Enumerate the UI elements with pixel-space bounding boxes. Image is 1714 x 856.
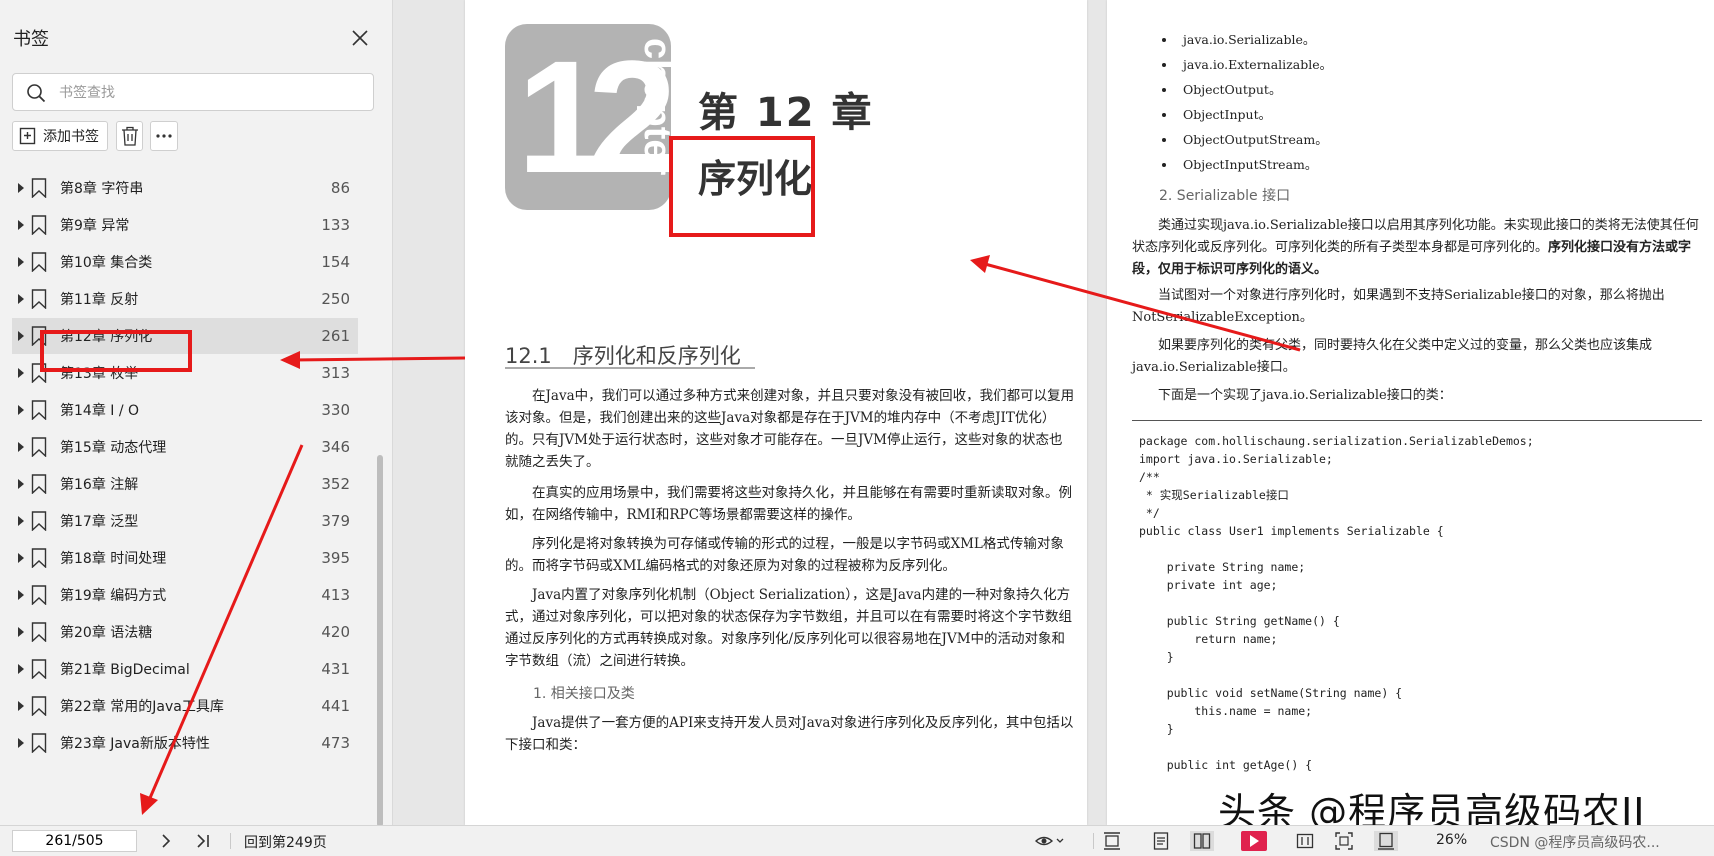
separator	[1093, 833, 1094, 849]
annotation-arrows	[140, 255, 1301, 815]
arrow-line	[984, 262, 1301, 352]
separator	[230, 833, 231, 849]
play-button[interactable]	[1241, 831, 1267, 851]
view-mode-button[interactable]	[1035, 831, 1065, 851]
chevron-right-icon	[162, 834, 171, 848]
fit-width-icon	[1296, 833, 1314, 849]
last-page-icon	[197, 834, 209, 848]
two-page-icon	[1193, 833, 1211, 849]
status-bar: 回到第249页 26% CSDN @程序员高级码农...	[0, 825, 1714, 856]
fit-page-icon	[1335, 832, 1353, 850]
actual-size-button[interactable]	[1374, 831, 1398, 851]
fit-page-button[interactable]	[1333, 831, 1355, 851]
continuous-view-button[interactable]	[1150, 831, 1172, 851]
actual-size-icon	[1378, 832, 1394, 850]
zoom-level[interactable]: 26%	[1436, 832, 1467, 848]
fit-width-button[interactable]	[1294, 831, 1316, 851]
next-page-button[interactable]	[158, 831, 174, 851]
page-number-input[interactable]	[12, 830, 137, 852]
last-page-button[interactable]	[194, 831, 212, 851]
two-page-view-button[interactable]	[1190, 831, 1214, 851]
single-page-view-button[interactable]	[1101, 831, 1123, 851]
back-to-page-link[interactable]: 回到第249页	[244, 832, 327, 852]
csdn-watermark: CSDN @程序员高级码农...	[1490, 835, 1660, 851]
play-icon	[1250, 835, 1259, 847]
arrow-head	[280, 351, 300, 369]
arrow-line	[148, 444, 304, 799]
arrow-line	[291, 356, 466, 362]
document-icon	[1153, 832, 1169, 850]
arrow-head	[970, 255, 990, 273]
single-page-icon	[1104, 832, 1120, 850]
eye-icon	[1035, 836, 1064, 846]
arrow-head	[140, 793, 158, 815]
